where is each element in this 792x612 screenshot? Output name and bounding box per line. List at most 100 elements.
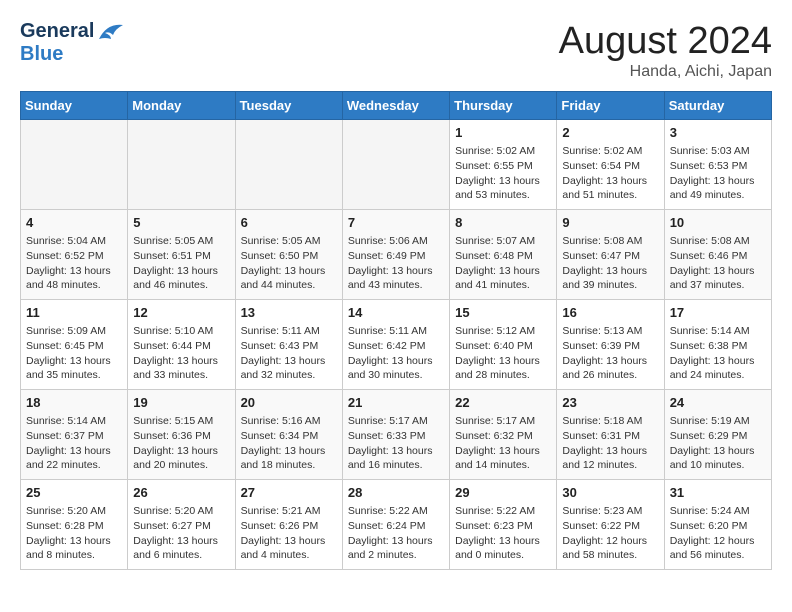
day-info: Sunrise: 5:22 AM Sunset: 6:23 PM Dayligh… <box>455 504 551 563</box>
calendar-day-cell <box>342 120 449 210</box>
weekday-header-row: SundayMondayTuesdayWednesdayThursdayFrid… <box>21 92 772 120</box>
weekday-header-sunday: Sunday <box>21 92 128 120</box>
day-number: 15 <box>455 304 551 322</box>
day-number: 20 <box>241 394 337 412</box>
day-info: Sunrise: 5:14 AM Sunset: 6:38 PM Dayligh… <box>670 324 766 383</box>
day-number: 22 <box>455 394 551 412</box>
day-info: Sunrise: 5:12 AM Sunset: 6:40 PM Dayligh… <box>455 324 551 383</box>
day-number: 13 <box>241 304 337 322</box>
calendar-day-cell: 22Sunrise: 5:17 AM Sunset: 6:32 PM Dayli… <box>450 390 557 480</box>
day-number: 5 <box>133 214 229 232</box>
weekday-header-saturday: Saturday <box>664 92 771 120</box>
calendar-day-cell: 26 Sunrise: 5:20 AM Sunset: 6:27 PM Dayli… <box>128 480 235 570</box>
calendar-day-cell: 2 Sunrise: 5:02 AM Sunset: 6:54 PM Daylig… <box>557 120 664 210</box>
day-info: Sunrise: 5:11 AM Sunset: 6:42 PM Dayligh… <box>348 324 444 383</box>
month-title: August 2024 <box>559 20 772 63</box>
calendar-week-row: 11 Sunrise: 5:09 AM Sunset: 6:45 PM Dayli… <box>21 300 772 390</box>
calendar-day-cell: 8 Sunrise: 5:07 AM Sunset: 6:48 PM Daylig… <box>450 210 557 300</box>
calendar-day-cell <box>21 120 128 210</box>
day-info: Sunrise: 5:09 AM Sunset: 6:45 PM Dayligh… <box>26 324 122 383</box>
day-info: Sunrise: 5:17 AM Sunset: 6:33 PM Dayligh… <box>348 414 444 473</box>
location: Handa, Aichi, Japan <box>559 63 772 81</box>
day-number: 31 <box>670 484 766 502</box>
day-info: Sunrise: 5:11 AM Sunset: 6:43 PM Dayligh… <box>241 324 337 383</box>
logo: General Blue <box>20 20 127 66</box>
day-number: 25 <box>26 484 122 502</box>
day-info: Sunrise: 5:03 AM Sunset: 6:53 PM Dayligh… <box>670 144 766 203</box>
day-info: Sunrise: 5:21 AM Sunset: 6:26 PM Dayligh… <box>241 504 337 563</box>
day-number: 12 <box>133 304 229 322</box>
weekday-header-tuesday: Tuesday <box>235 92 342 120</box>
weekday-header-wednesday: Wednesday <box>342 92 449 120</box>
calendar-week-row: 4Sunrise: 5:04 AM Sunset: 6:52 PM Daylig… <box>21 210 772 300</box>
weekday-header-thursday: Thursday <box>450 92 557 120</box>
day-info: Sunrise: 5:24 AM Sunset: 6:20 PM Dayligh… <box>670 504 766 563</box>
calendar-day-cell: 1Sunrise: 5:02 AM Sunset: 6:55 PM Daylig… <box>450 120 557 210</box>
day-info: Sunrise: 5:19 AM Sunset: 6:29 PM Dayligh… <box>670 414 766 473</box>
calendar-day-cell: 7 Sunrise: 5:06 AM Sunset: 6:49 PM Daylig… <box>342 210 449 300</box>
calendar-day-cell: 28Sunrise: 5:22 AM Sunset: 6:24 PM Dayli… <box>342 480 449 570</box>
title-block: August 2024 Handa, Aichi, Japan <box>559 20 772 81</box>
day-info: Sunrise: 5:15 AM Sunset: 6:36 PM Dayligh… <box>133 414 229 473</box>
day-info: Sunrise: 5:14 AM Sunset: 6:37 PM Dayligh… <box>26 414 122 473</box>
day-info: Sunrise: 5:05 AM Sunset: 6:51 PM Dayligh… <box>133 234 229 293</box>
day-number: 26 <box>133 484 229 502</box>
day-info: Sunrise: 5:20 AM Sunset: 6:27 PM Dayligh… <box>133 504 229 563</box>
day-info: Sunrise: 5:13 AM Sunset: 6:39 PM Dayligh… <box>562 324 658 383</box>
calendar-day-cell: 29Sunrise: 5:22 AM Sunset: 6:23 PM Dayli… <box>450 480 557 570</box>
weekday-header-friday: Friday <box>557 92 664 120</box>
calendar-day-cell: 19Sunrise: 5:15 AM Sunset: 6:36 PM Dayli… <box>128 390 235 480</box>
page-header: General Blue August 2024 Handa, Aichi, J… <box>20 20 772 81</box>
calendar-day-cell: 5 Sunrise: 5:05 AM Sunset: 6:51 PM Daylig… <box>128 210 235 300</box>
day-number: 17 <box>670 304 766 322</box>
day-number: 16 <box>562 304 658 322</box>
day-number: 4 <box>26 214 122 232</box>
day-number: 8 <box>455 214 551 232</box>
day-number: 3 <box>670 124 766 142</box>
day-info: Sunrise: 5:16 AM Sunset: 6:34 PM Dayligh… <box>241 414 337 473</box>
day-info: Sunrise: 5:23 AM Sunset: 6:22 PM Dayligh… <box>562 504 658 563</box>
day-number: 30 <box>562 484 658 502</box>
calendar-day-cell: 20 Sunrise: 5:16 AM Sunset: 6:34 PM Dayli… <box>235 390 342 480</box>
day-number: 11 <box>26 304 122 322</box>
day-info: Sunrise: 5:20 AM Sunset: 6:28 PM Dayligh… <box>26 504 122 563</box>
calendar-day-cell: 6Sunrise: 5:05 AM Sunset: 6:50 PM Daylig… <box>235 210 342 300</box>
calendar-day-cell: 23Sunrise: 5:18 AM Sunset: 6:31 PM Dayli… <box>557 390 664 480</box>
day-number: 2 <box>562 124 658 142</box>
day-info: Sunrise: 5:10 AM Sunset: 6:44 PM Dayligh… <box>133 324 229 383</box>
calendar-day-cell: 25 Sunrise: 5:20 AM Sunset: 6:28 PM Dayli… <box>21 480 128 570</box>
calendar-day-cell: 17 Sunrise: 5:14 AM Sunset: 6:38 PM Dayli… <box>664 300 771 390</box>
weekday-header-monday: Monday <box>128 92 235 120</box>
calendar-day-cell: 21 Sunrise: 5:17 AM Sunset: 6:33 PM Dayli… <box>342 390 449 480</box>
day-number: 28 <box>348 484 444 502</box>
day-info: Sunrise: 5:07 AM Sunset: 6:48 PM Dayligh… <box>455 234 551 293</box>
day-info: Sunrise: 5:05 AM Sunset: 6:50 PM Dayligh… <box>241 234 337 293</box>
calendar-day-cell <box>235 120 342 210</box>
calendar-day-cell: 16 Sunrise: 5:13 AM Sunset: 6:39 PM Dayli… <box>557 300 664 390</box>
calendar-day-cell <box>128 120 235 210</box>
day-info: Sunrise: 5:08 AM Sunset: 6:46 PM Dayligh… <box>670 234 766 293</box>
day-number: 27 <box>241 484 337 502</box>
day-number: 21 <box>348 394 444 412</box>
day-info: Sunrise: 5:06 AM Sunset: 6:49 PM Dayligh… <box>348 234 444 293</box>
day-number: 10 <box>670 214 766 232</box>
calendar-day-cell: 15 Sunrise: 5:12 AM Sunset: 6:40 PM Dayli… <box>450 300 557 390</box>
calendar-day-cell: 24Sunrise: 5:19 AM Sunset: 6:29 PM Dayli… <box>664 390 771 480</box>
calendar-day-cell: 9Sunrise: 5:08 AM Sunset: 6:47 PM Daylig… <box>557 210 664 300</box>
logo-general: General <box>20 20 94 43</box>
day-info: Sunrise: 5:18 AM Sunset: 6:31 PM Dayligh… <box>562 414 658 473</box>
calendar-day-cell: 14 Sunrise: 5:11 AM Sunset: 6:42 PM Dayli… <box>342 300 449 390</box>
calendar-week-row: 25 Sunrise: 5:20 AM Sunset: 6:28 PM Dayli… <box>21 480 772 570</box>
calendar-day-cell: 18 Sunrise: 5:14 AM Sunset: 6:37 PM Dayli… <box>21 390 128 480</box>
day-info: Sunrise: 5:02 AM Sunset: 6:55 PM Dayligh… <box>455 144 551 203</box>
calendar-week-row: 1Sunrise: 5:02 AM Sunset: 6:55 PM Daylig… <box>21 120 772 210</box>
day-number: 14 <box>348 304 444 322</box>
day-info: Sunrise: 5:02 AM Sunset: 6:54 PM Dayligh… <box>562 144 658 203</box>
day-info: Sunrise: 5:08 AM Sunset: 6:47 PM Dayligh… <box>562 234 658 293</box>
day-number: 18 <box>26 394 122 412</box>
calendar-day-cell: 31 Sunrise: 5:24 AM Sunset: 6:20 PM Dayli… <box>664 480 771 570</box>
day-number: 7 <box>348 214 444 232</box>
calendar-day-cell: 30 Sunrise: 5:23 AM Sunset: 6:22 PM Dayli… <box>557 480 664 570</box>
calendar-day-cell: 27 Sunrise: 5:21 AM Sunset: 6:26 PM Dayli… <box>235 480 342 570</box>
calendar-week-row: 18 Sunrise: 5:14 AM Sunset: 6:37 PM Dayli… <box>21 390 772 480</box>
